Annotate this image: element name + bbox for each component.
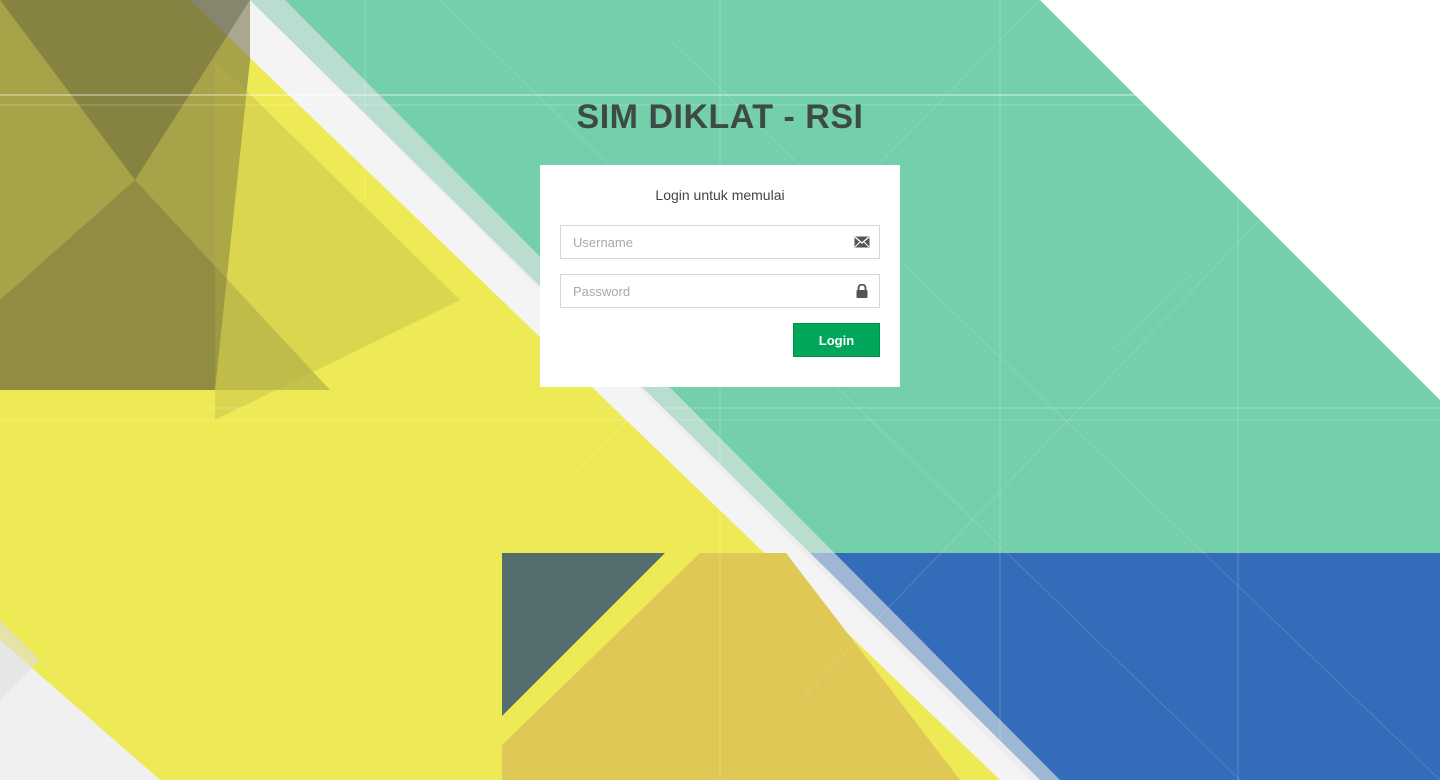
lock-icon [854, 283, 870, 298]
envelope-icon [854, 235, 870, 249]
login-button[interactable]: Login [793, 323, 880, 357]
page-title: SIM DIKLAT - RSI [576, 98, 864, 136]
username-field [560, 225, 880, 259]
login-message: Login untuk memulai [655, 187, 785, 203]
login-box: Login untuk memulai Login [540, 165, 900, 387]
username-input[interactable] [561, 226, 879, 258]
password-field [560, 274, 880, 308]
password-input[interactable] [561, 275, 879, 307]
login-page: SIM DIKLAT - RSI Login untuk memulai Use… [0, 0, 1440, 780]
